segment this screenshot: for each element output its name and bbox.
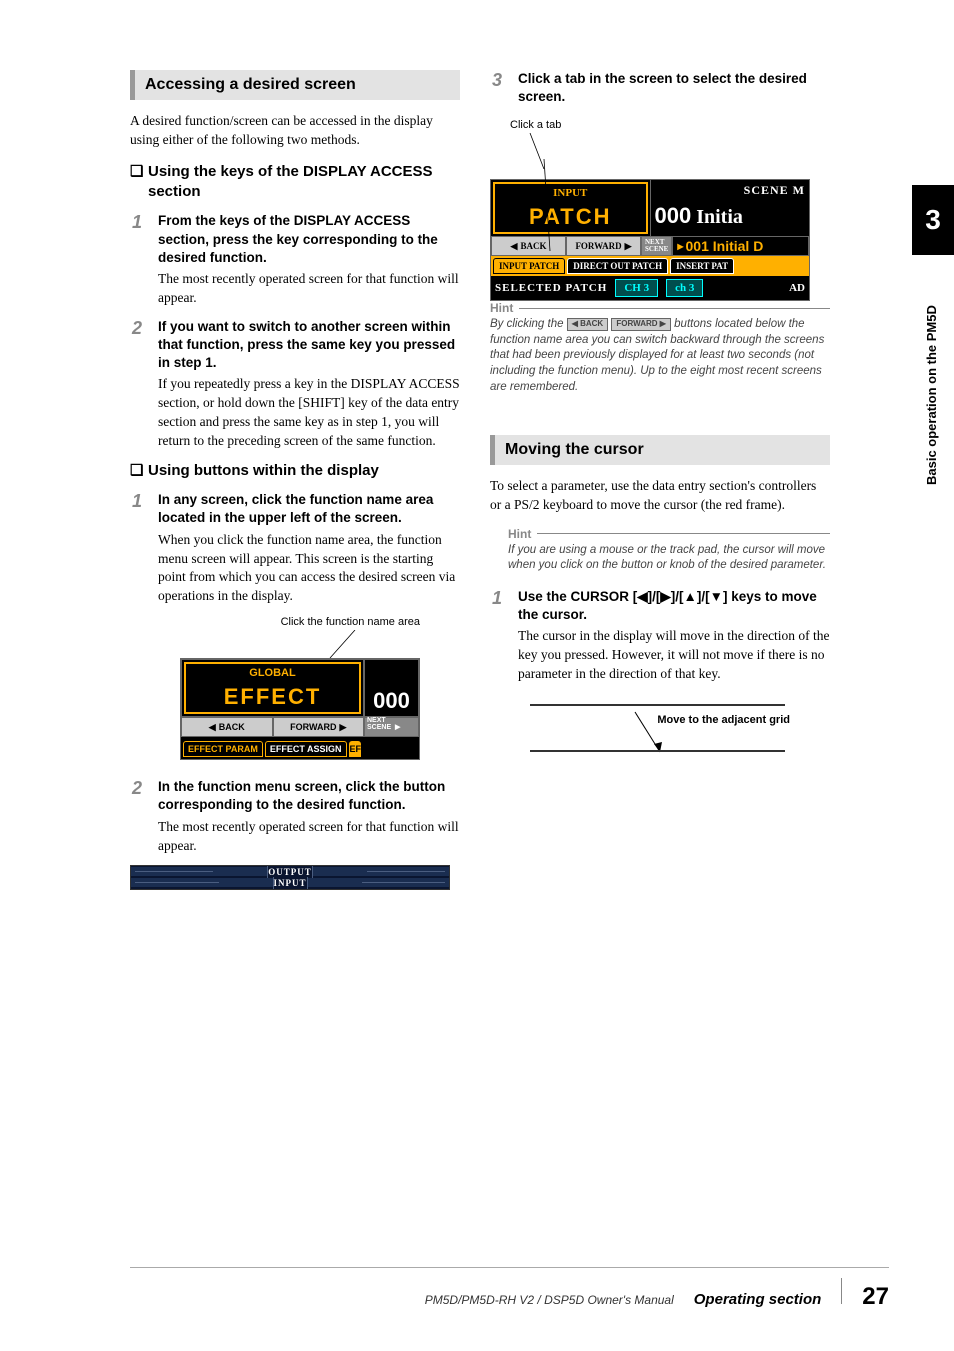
- step-a2: 2 If you want to switch to another scree…: [132, 318, 460, 451]
- screenshot-patch: INPUT PATCH SCENE M 000 Initia ◀BACK FOR…: [490, 179, 810, 301]
- next-scene-button[interactable]: NEXTSCENE▶: [364, 717, 419, 737]
- selected-patch-ad: AD: [789, 282, 805, 294]
- back-button[interactable]: ◀BACK: [181, 717, 273, 737]
- step-text: The cursor in the display will move in t…: [518, 627, 830, 684]
- next-scene-display: ▶001 Initial D: [672, 236, 809, 256]
- step-title: In the function menu screen, click the b…: [158, 778, 460, 814]
- patch-big-label: PATCH: [493, 202, 648, 234]
- selected-patch-label: SELECTED PATCH: [495, 282, 607, 294]
- tab-direct-out-patch[interactable]: DIRECT OUT PATCH: [567, 258, 668, 274]
- step-number: 1: [132, 491, 150, 606]
- step-title: Click a tab in the screen to select the …: [518, 70, 830, 106]
- hint-box-1: Hint By clicking the ◀ BACK FORWARD ▶ bu…: [490, 301, 830, 395]
- footer-page-number: 27: [862, 1283, 889, 1311]
- forward-button-inline: FORWARD ▶: [611, 318, 671, 331]
- step-c1: 1 Use the CURSOR [◀]/[▶]/[▲]/[▼] keys to…: [492, 588, 830, 684]
- selected-patch-ch-b[interactable]: ch 3: [666, 279, 703, 297]
- page-footer: PM5D/PM5D-RH V2 / DSP5D Owner's Manual O…: [130, 1267, 889, 1311]
- forward-button[interactable]: FORWARD▶: [273, 717, 365, 737]
- step-number: 1: [132, 212, 150, 307]
- pointer-line: [130, 630, 460, 658]
- tab-partial[interactable]: EF: [349, 741, 361, 757]
- forward-button[interactable]: FORWARD▶: [566, 236, 641, 256]
- hint-text: If you are using a mouse or the track pa…: [508, 543, 830, 574]
- screenshot-function-menu: OUTPUT INPUT: [130, 865, 450, 890]
- hint-text: By clicking the ◀ BACK FORWARD ▶ buttons…: [490, 317, 830, 395]
- function-name-area[interactable]: INPUT PATCH: [491, 180, 651, 236]
- step-text: The most recently operated screen for th…: [158, 270, 460, 308]
- fn-global-label: GLOBAL: [184, 662, 361, 682]
- caption-click-tab: Click a tab: [510, 119, 830, 131]
- step-number: 3: [492, 70, 510, 109]
- step-title: In any screen, click the function name a…: [158, 491, 460, 527]
- menu-input-label: INPUT: [273, 877, 308, 889]
- scene-number: 000: [655, 203, 692, 229]
- function-name-area[interactable]: GLOBAL EFFECT: [181, 659, 364, 717]
- subheading-buttons: Using buttons within the display: [130, 461, 460, 481]
- scene-name: Initia: [696, 206, 743, 229]
- section-heading: Accessing a desired screen: [130, 70, 460, 100]
- step-title: If you want to switch to another screen …: [158, 318, 460, 373]
- selected-patch-ch-a[interactable]: CH 3: [615, 279, 658, 297]
- step-number: 2: [132, 778, 150, 855]
- back-button-inline: ◀ BACK: [567, 318, 608, 331]
- next-scene-button[interactable]: NEXTSCENE: [641, 236, 672, 256]
- step-text: When you click the function name area, t…: [158, 531, 460, 607]
- section-heading: Moving the cursor: [490, 435, 830, 465]
- step-number: 2: [132, 318, 150, 451]
- tab-insert-patch[interactable]: INSERT PAT: [670, 258, 734, 274]
- scene-number: 000: [364, 659, 419, 717]
- fn-effect-label: EFFECT: [184, 682, 361, 714]
- step-number: 1: [492, 588, 510, 684]
- step-b3: 3 Click a tab in the screen to select th…: [492, 70, 830, 109]
- tab-input-patch[interactable]: INPUT PATCH: [493, 258, 565, 274]
- cursor-paragraph: To select a parameter, use the data entr…: [490, 477, 830, 515]
- tab-row: INPUT PATCH DIRECT OUT PATCH INSERT PAT: [491, 256, 809, 276]
- footer-section: Operating section: [694, 1291, 822, 1308]
- back-button[interactable]: ◀BACK: [491, 236, 566, 256]
- step-text: If you repeatedly press a key in the DIS…: [158, 375, 460, 451]
- tab-row: EFFECT PARAM EFFECT ASSIGN EF: [181, 737, 419, 759]
- footer-model: PM5D/PM5D-RH V2 / DSP5D Owner's Manual: [425, 1293, 674, 1307]
- intro-paragraph: A desired function/screen can be accesse…: [130, 112, 460, 150]
- hint-box-2: Hint If you are using a mouse or the tra…: [508, 527, 830, 574]
- patch-input-label: INPUT: [493, 182, 648, 202]
- tab-effect-param[interactable]: EFFECT PARAM: [183, 741, 263, 757]
- step-a1: 1 From the keys of the DISPLAY ACCESS se…: [132, 212, 460, 307]
- step-b2: 2 In the function menu screen, click the…: [132, 778, 460, 855]
- subheading-keys: Using the keys of the DISPLAY ACCESS sec…: [130, 162, 460, 203]
- hint-label: Hint: [508, 527, 830, 541]
- step-b1: 1 In any screen, click the function name…: [132, 491, 460, 606]
- caption-fn-area: Click the function name area: [130, 616, 460, 628]
- tab-effect-assign[interactable]: EFFECT ASSIGN: [265, 741, 347, 757]
- scene-label: SCENE M: [651, 180, 810, 201]
- step-title: Use the CURSOR [◀]/[▶]/[▲]/[▼] keys to m…: [518, 588, 830, 624]
- step-title: From the keys of the DISPLAY ACCESS sect…: [158, 212, 460, 267]
- hint-label: Hint: [490, 301, 830, 315]
- screenshot-grid-after: [530, 750, 785, 752]
- screenshot-function-area: GLOBAL EFFECT 000 ◀BACK FORWARD▶ NEXTSCE…: [180, 658, 420, 760]
- step-text: The most recently operated screen for th…: [158, 818, 460, 856]
- pointer-line: [490, 133, 830, 169]
- screenshot-grid-before: [530, 704, 785, 706]
